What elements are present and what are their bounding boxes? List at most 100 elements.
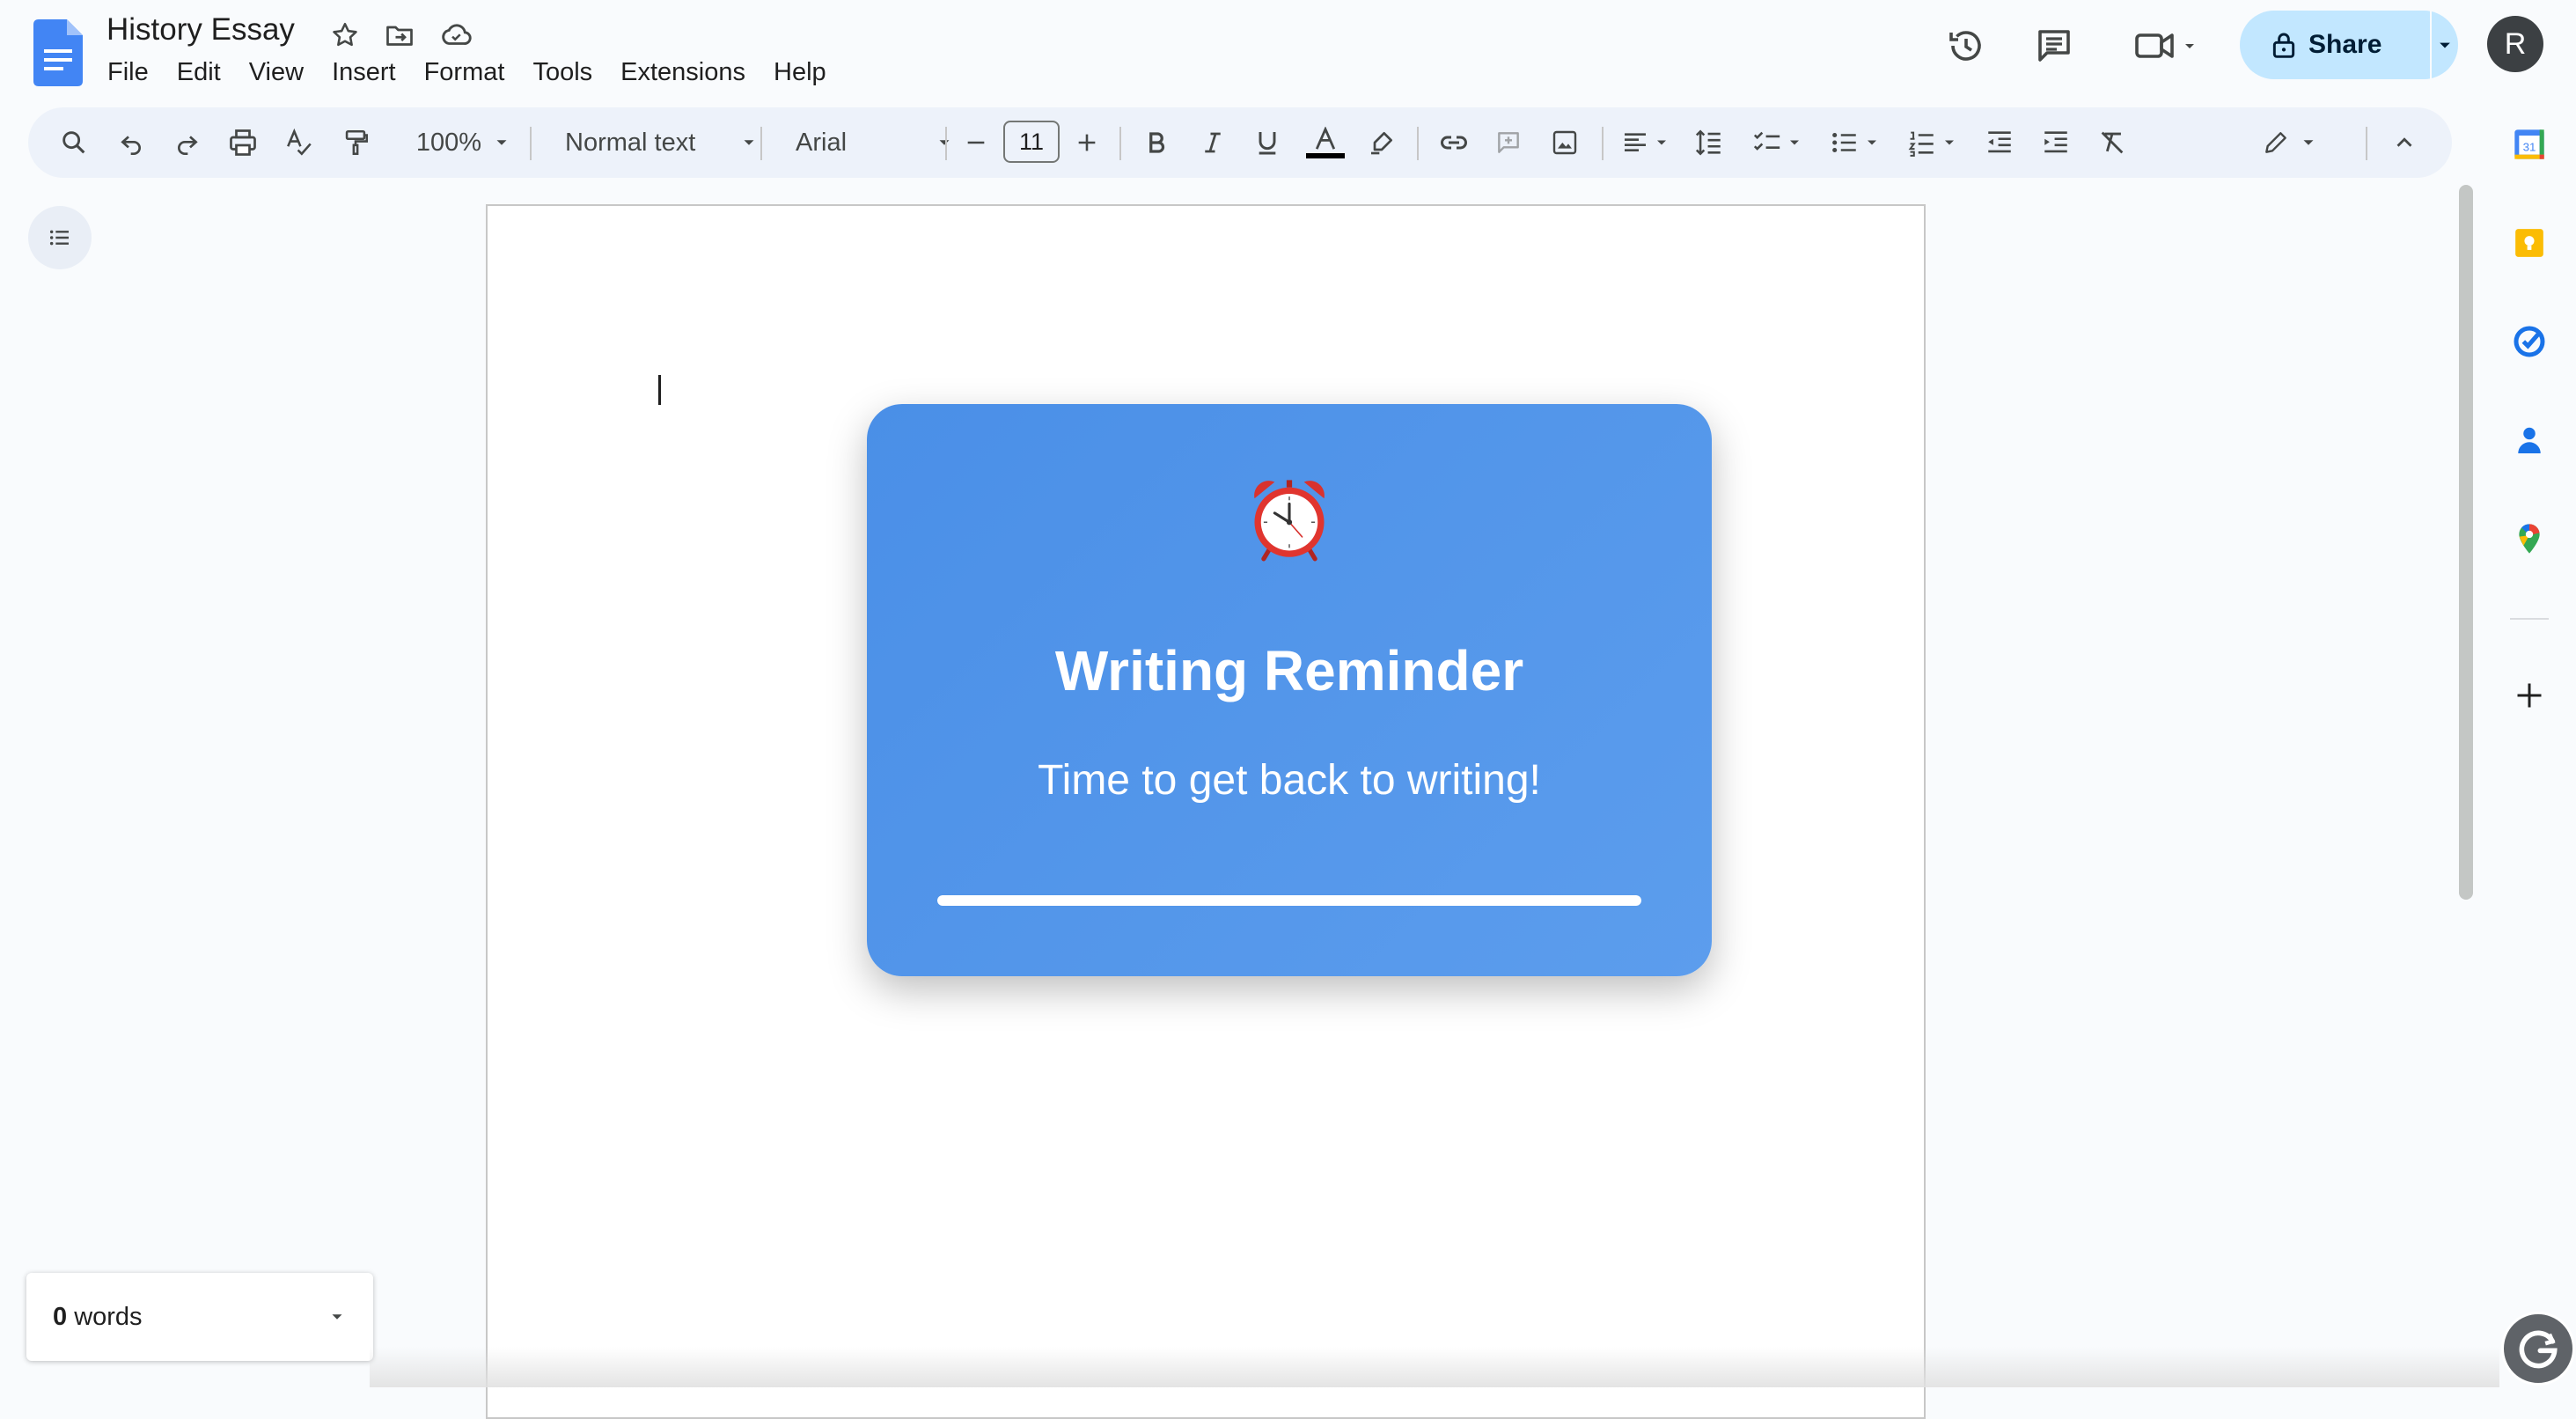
- add-comment-icon[interactable]: [1484, 107, 1533, 178]
- calendar-day: 31: [2523, 141, 2536, 154]
- reminder-title: Writing Reminder: [1054, 639, 1524, 702]
- maps-icon[interactable]: [2508, 518, 2550, 560]
- reminder-message: Time to get back to writing!: [1038, 757, 1541, 804]
- text-color-icon[interactable]: [1299, 107, 1352, 178]
- decrease-indent-icon[interactable]: [1975, 107, 2024, 178]
- grammarly-icon[interactable]: [2501, 1312, 2575, 1386]
- checklist-select[interactable]: [1743, 107, 1813, 178]
- underline-icon[interactable]: [1243, 107, 1292, 178]
- insert-image-icon[interactable]: [1540, 107, 1589, 178]
- scrollbar[interactable]: [2459, 185, 2473, 900]
- menu-tools[interactable]: Tools: [518, 55, 606, 91]
- font-value: Arial: [796, 128, 848, 157]
- undo-icon[interactable]: [107, 107, 157, 178]
- toolbar: 100% Normal text Arial 11: [28, 107, 2452, 178]
- alarm-clock-icon: [867, 471, 1712, 562]
- bulleted-list-icon: [1832, 132, 1856, 153]
- text-cursor: [658, 375, 661, 405]
- zoom-select[interactable]: 100%: [389, 107, 539, 178]
- numbered-list-icon: [1908, 131, 1934, 157]
- pencil-icon: [2265, 132, 2286, 153]
- decrease-font-size-icon[interactable]: [954, 107, 998, 178]
- chevron-down-icon: [1790, 140, 1799, 145]
- menu-view[interactable]: View: [235, 55, 318, 91]
- chevron-down-icon: [1868, 140, 1876, 145]
- toolbar-divider: [760, 127, 762, 160]
- text-color-swatch: [1306, 153, 1345, 158]
- word-count-widget[interactable]: 0 words: [26, 1273, 373, 1361]
- print-icon[interactable]: [217, 107, 269, 178]
- move-folder-icon[interactable]: [382, 18, 417, 53]
- line-spacing-icon[interactable]: [1683, 107, 1736, 178]
- checklist-icon: [1753, 131, 1780, 151]
- chevron-down-icon: [2185, 44, 2194, 48]
- menu-help[interactable]: Help: [760, 55, 840, 91]
- chevron-down-icon[interactable]: [327, 1307, 347, 1327]
- editing-mode-select[interactable]: [2246, 107, 2334, 178]
- bulleted-list-select[interactable]: [1820, 107, 1890, 178]
- version-history-icon[interactable]: [1941, 21, 1991, 70]
- side-panel-divider: [2510, 618, 2549, 620]
- toolbar-divider: [945, 127, 947, 160]
- toolbar-divider: [1119, 127, 1121, 160]
- menu-file[interactable]: File: [93, 55, 163, 91]
- zoom-value: 100%: [415, 128, 482, 157]
- document-title[interactable]: History Essay: [106, 12, 295, 48]
- menu-extensions[interactable]: Extensions: [606, 55, 760, 91]
- menu-edit[interactable]: Edit: [163, 55, 235, 91]
- italic-icon[interactable]: [1188, 107, 1237, 178]
- word-count-text: 0 words: [53, 1303, 327, 1332]
- numbered-list-select[interactable]: [1897, 107, 1968, 178]
- word-count-label: words: [74, 1302, 143, 1331]
- word-count-value: 0: [53, 1302, 68, 1331]
- chevron-down-icon: [1657, 140, 1666, 145]
- document-outline-button[interactable]: [28, 206, 92, 269]
- toolbar-divider: [1417, 127, 1419, 160]
- lock-icon: [2272, 33, 2295, 58]
- chevron-down-icon: [2440, 42, 2450, 48]
- cloud-saved-icon[interactable]: [438, 18, 473, 53]
- reminder-progress-bar: [937, 895, 1641, 906]
- search-menus-icon[interactable]: [46, 107, 102, 178]
- chevron-down-icon: [939, 140, 950, 145]
- share-button-group: Share: [2240, 11, 2458, 79]
- bold-icon[interactable]: [1132, 107, 1181, 178]
- increase-indent-icon[interactable]: [2031, 107, 2081, 178]
- toolbar-divider: [2366, 127, 2367, 160]
- chevron-down-icon: [744, 140, 754, 145]
- bottom-shadow: [370, 1347, 2499, 1387]
- star-icon[interactable]: [327, 18, 363, 53]
- increase-font-size-icon[interactable]: [1065, 107, 1109, 178]
- menu-insert[interactable]: Insert: [318, 55, 410, 91]
- spellcheck-icon[interactable]: [275, 107, 324, 178]
- insert-link-icon[interactable]: [1427, 107, 1480, 178]
- keep-icon[interactable]: [2508, 222, 2550, 264]
- font-size-input[interactable]: 11: [1003, 121, 1060, 163]
- avatar[interactable]: R: [2487, 16, 2543, 72]
- reminder-progress-fill: [937, 895, 1641, 906]
- share-options-button[interactable]: [2432, 11, 2458, 79]
- toolbar-divider: [1602, 127, 1604, 160]
- menu-format[interactable]: Format: [410, 55, 519, 91]
- share-label: Share: [2308, 30, 2382, 59]
- redo-icon[interactable]: [162, 107, 211, 178]
- collapse-toolbar-icon[interactable]: [2380, 107, 2429, 178]
- paragraph-style-select[interactable]: Normal text: [547, 107, 776, 178]
- tasks-icon[interactable]: [2508, 320, 2550, 363]
- chevron-down-icon: [496, 140, 507, 145]
- align-select[interactable]: [1612, 107, 1679, 178]
- highlight-color-icon[interactable]: [1357, 107, 1406, 178]
- docs-logo-icon[interactable]: [33, 19, 83, 86]
- clear-formatting-icon[interactable]: [2088, 107, 2137, 178]
- menu-bar: File Edit View Insert Format Tools Exten…: [93, 55, 840, 91]
- share-button[interactable]: Share: [2240, 11, 2430, 79]
- comments-icon[interactable]: [2029, 21, 2079, 70]
- contacts-icon[interactable]: [2508, 419, 2550, 461]
- font-select[interactable]: Arial: [776, 107, 970, 178]
- paint-format-icon[interactable]: [331, 107, 380, 178]
- toolbar-divider: [530, 127, 532, 160]
- meet-button[interactable]: [2123, 21, 2211, 70]
- chevron-down-icon: [2303, 140, 2314, 145]
- calendar-icon[interactable]: 31: [2508, 123, 2550, 165]
- add-icon[interactable]: [2508, 674, 2550, 717]
